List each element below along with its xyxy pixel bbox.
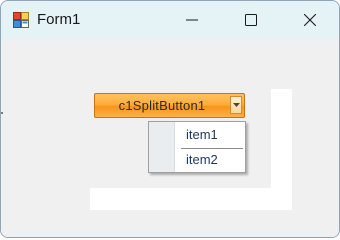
maximize-icon: [245, 14, 257, 26]
form-window: Form1 c1SplitButton1 item1 item2: [0, 0, 340, 238]
edge-marker: [1, 112, 3, 114]
close-icon: [304, 14, 316, 26]
split-button-dropdown-toggle[interactable]: [230, 96, 242, 114]
menu-image-margin: [149, 122, 175, 172]
menu-item-item2[interactable]: item2: [176, 149, 245, 171]
split-button-label: c1SplitButton1: [118, 98, 206, 113]
title-bar[interactable]: Form1: [1, 1, 339, 39]
c1-split-button[interactable]: c1SplitButton1: [94, 93, 245, 118]
split-button-dropdown-menu: item1 item2: [148, 121, 246, 173]
app-icon: [13, 12, 29, 28]
chevron-down-icon: [233, 103, 240, 107]
menu-item-item1[interactable]: item1: [176, 124, 245, 146]
minimize-button[interactable]: [163, 1, 221, 39]
minimize-icon: [186, 19, 198, 21]
window-title: Form1: [37, 11, 81, 28]
maximize-button[interactable]: [222, 1, 280, 39]
close-button[interactable]: [281, 1, 339, 39]
form-client-area: c1SplitButton1 item1 item2: [1, 39, 339, 237]
